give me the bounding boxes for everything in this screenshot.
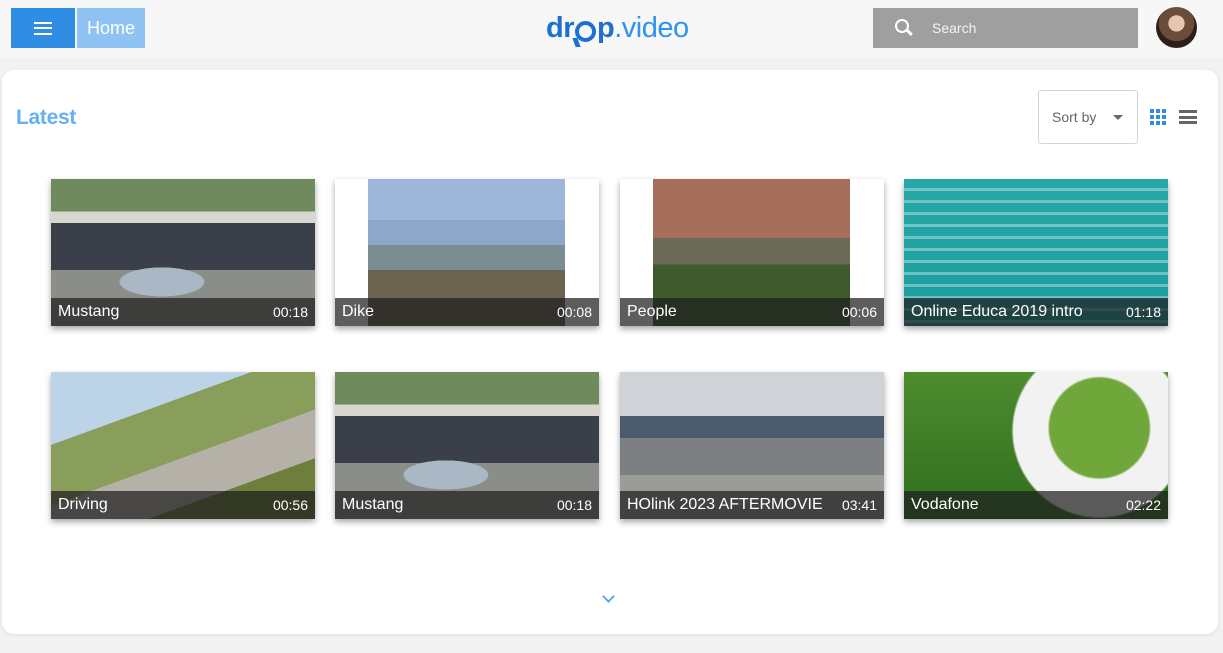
video-duration: 00:56 — [272, 497, 308, 513]
video-duration: 01:18 — [1125, 304, 1161, 320]
video-caption-bar: Mustang 00:18 — [335, 491, 599, 519]
video-card[interactable]: Driving 00:56 — [51, 372, 315, 519]
sort-dropdown[interactable]: Sort by — [1038, 90, 1138, 144]
video-caption-bar: Vodafone 02:22 — [904, 491, 1168, 519]
video-title: Mustang — [342, 496, 404, 513]
logo[interactable]: dr p .video — [546, 11, 689, 45]
search-input[interactable] — [932, 20, 1122, 36]
video-caption-bar: Dike 00:08 — [335, 298, 599, 326]
content-panel: Latest Sort by Mustang 00:18 Dike 00:08 … — [2, 70, 1218, 634]
logo-drop-glyph — [575, 20, 596, 42]
menu-icon — [34, 21, 52, 35]
video-title: People — [627, 303, 677, 320]
video-card[interactable]: Dike 00:08 — [335, 179, 599, 326]
caret-down-icon — [1113, 114, 1124, 120]
video-caption-bar: People 00:06 — [620, 298, 884, 326]
video-card[interactable]: Vodafone 02:22 — [904, 372, 1168, 519]
video-card[interactable]: Mustang 00:18 — [335, 372, 599, 519]
video-title: Online Educa 2019 intro — [911, 303, 1083, 320]
video-card[interactable]: People 00:06 — [620, 179, 884, 326]
logo-brand: dr — [546, 11, 575, 44]
video-duration: 00:18 — [272, 304, 308, 320]
video-title: Driving — [58, 496, 108, 513]
video-card[interactable]: Online Educa 2019 intro 01:18 — [904, 179, 1168, 326]
avatar[interactable] — [1156, 7, 1197, 48]
chevron-down-icon[interactable] — [602, 592, 614, 604]
grid-view-icon[interactable] — [1150, 109, 1166, 125]
video-caption-bar: Driving 00:56 — [51, 491, 315, 519]
video-title: Vodafone — [911, 496, 979, 513]
section-title: Latest — [16, 106, 77, 129]
sort-label: Sort by — [1052, 109, 1097, 125]
video-caption-bar: Online Educa 2019 intro 01:18 — [904, 298, 1168, 326]
video-duration: 02:22 — [1125, 497, 1161, 513]
logo-brand-rest: p — [597, 11, 615, 44]
video-duration: 00:08 — [556, 304, 592, 320]
video-duration: 00:18 — [556, 497, 592, 513]
list-view-icon[interactable] — [1179, 110, 1197, 124]
video-title: Mustang — [58, 303, 120, 320]
menu-button[interactable] — [11, 8, 75, 48]
video-caption-bar: Mustang 00:18 — [51, 298, 315, 326]
video-card[interactable]: Mustang 00:18 — [51, 179, 315, 326]
video-duration: 00:06 — [841, 304, 877, 320]
video-duration: 03:41 — [841, 497, 877, 513]
video-title: HOlink 2023 AFTERMOVIE — [627, 496, 823, 513]
search-bar[interactable] — [873, 8, 1138, 48]
video-card[interactable]: HOlink 2023 AFTERMOVIE 03:41 — [620, 372, 884, 519]
top-bar: Home dr p .video — [0, 0, 1223, 58]
logo-tld: .video — [614, 11, 689, 44]
video-title: Dike — [342, 303, 375, 320]
home-button[interactable]: Home — [77, 8, 145, 48]
video-caption-bar: HOlink 2023 AFTERMOVIE 03:41 — [620, 491, 884, 519]
search-icon — [895, 19, 913, 37]
